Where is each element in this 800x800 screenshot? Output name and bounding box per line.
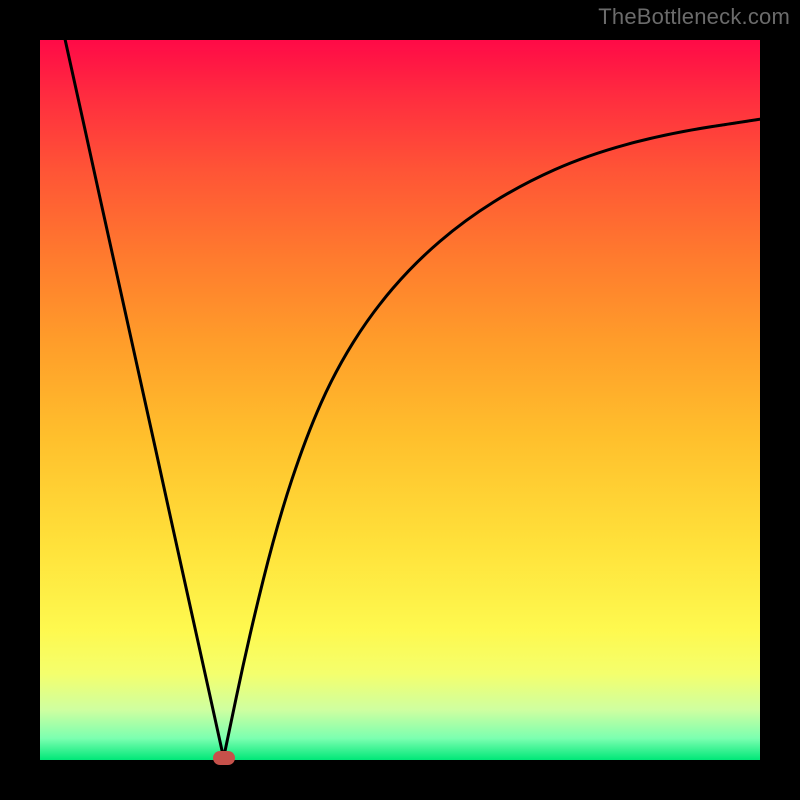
minimum-marker [213,751,235,765]
plot-area [40,40,760,760]
watermark-text: TheBottleneck.com [598,4,790,30]
bottleneck-curve [40,40,760,760]
curve-path [65,40,760,758]
